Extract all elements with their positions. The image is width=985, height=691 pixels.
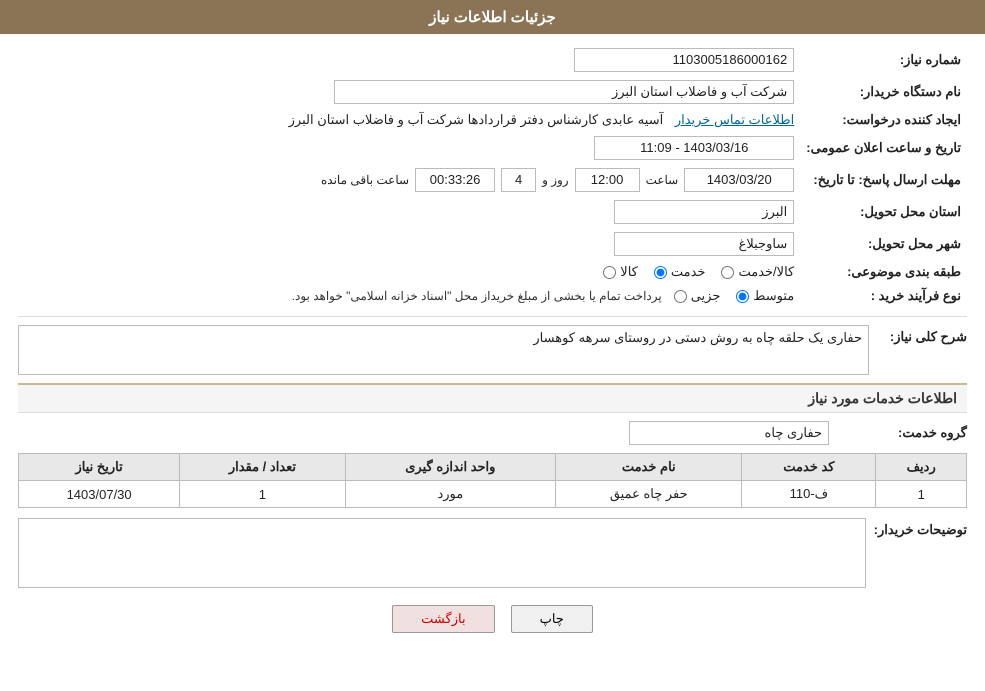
city-input: ساوجبلاغ <box>614 232 794 256</box>
deadline-time-label: ساعت <box>646 173 679 187</box>
row-buyer-org: نام دستگاه خریدار: شرکت آب و فاضلاب استا… <box>18 76 967 108</box>
classification-service-label: خدمت <box>671 264 706 280</box>
row-need-number: شماره نیاز: 1103005186000162 <box>18 44 967 76</box>
classification-radio-both[interactable]: کالا/خدمت <box>721 264 794 280</box>
deadline-date-input: 1403/03/20 <box>684 168 794 192</box>
city-value: ساوجبلاغ <box>18 228 800 260</box>
table-row: 1 ف-110 حفر چاه عمیق مورد 1 1403/07/30 <box>19 481 967 508</box>
deadline-row: 1403/03/20 ساعت 12:00 روز و 4 00:33:26 س… <box>24 168 794 192</box>
buyer-org-label: نام دستگاه خریدار: <box>800 76 967 108</box>
city-label: شهر محل تحویل: <box>800 228 967 260</box>
info-table: شماره نیاز: 1103005186000162 نام دستگاه … <box>18 44 967 308</box>
description-text: حفاری یک حلقه چاه به روش دستی در روستای … <box>533 330 862 345</box>
buyer-notes-row: توضیحات خریدار: <box>18 518 967 591</box>
need-number-value: 1103005186000162 <box>57 44 801 76</box>
procurement-partial-label: جزیی <box>691 288 721 304</box>
procurement-radio-medium[interactable]: متوسط <box>736 288 794 304</box>
back-button[interactable]: بازگشت <box>392 605 494 633</box>
col-date: تاریخ نیاز <box>19 454 180 481</box>
button-row: چاپ بازگشت <box>18 605 967 633</box>
row-province: استان محل تحویل: البرز <box>18 196 967 228</box>
col-row: ردیف <box>876 454 967 481</box>
group-value: حفاری چاه <box>629 421 829 445</box>
services-table-header-row: ردیف کد خدمت نام خدمت واحد اندازه گیری ت… <box>19 454 967 481</box>
creator-text: آسیه عابدی کارشناس دفتر قراردادها شرکت آ… <box>289 112 664 127</box>
buyer-org-value: شرکت آب و فاضلاب استان البرز <box>18 76 800 108</box>
cell-name: حفر چاه عمیق <box>556 481 742 508</box>
deadline-label: مهلت ارسال پاسخ: تا تاریخ: <box>800 164 967 196</box>
procurement-label: نوع فرآیند خرید : <box>800 284 967 308</box>
print-button[interactable]: چاپ <box>511 605 593 633</box>
buyer-org-input: شرکت آب و فاضلاب استان البرز <box>334 80 794 104</box>
cell-code: ف-110 <box>742 481 876 508</box>
creator-value: اطلاعات تماس خریدار آسیه عابدی کارشناس د… <box>18 108 800 132</box>
need-number-input: 1103005186000162 <box>574 48 794 72</box>
col-qty: تعداد / مقدار <box>180 454 345 481</box>
classification-label: طبقه بندی موضوعی: <box>800 260 967 284</box>
classification-radio-goods[interactable]: کالا <box>603 264 638 280</box>
description-row: شرح کلی نیاز: حفاری یک حلقه چاه به روش د… <box>18 325 967 375</box>
procurement-radio-group: متوسط جزیی <box>674 288 795 304</box>
creator-label: ایجاد کننده درخواست: <box>800 108 967 132</box>
content-area: شماره نیاز: 1103005186000162 نام دستگاه … <box>0 34 985 657</box>
procurement-medium-radio[interactable] <box>736 290 749 303</box>
services-table: ردیف کد خدمت نام خدمت واحد اندازه گیری ت… <box>18 453 967 508</box>
services-table-head: ردیف کد خدمت نام خدمت واحد اندازه گیری ت… <box>19 454 967 481</box>
province-label: استان محل تحویل: <box>800 196 967 228</box>
deadline-remain-label: ساعت باقی مانده <box>321 173 409 187</box>
row-classification: طبقه بندی موضوعی: کالا/خدمت خدمت کالا <box>18 260 967 284</box>
page-title: جزئیات اطلاعات نیاز <box>429 9 556 26</box>
deadline-days-label: روز و <box>542 173 569 187</box>
announce-label: تاریخ و ساعت اعلان عمومی: <box>800 132 967 164</box>
group-label: گروه خدمت: <box>837 425 967 441</box>
row-announce: تاریخ و ساعت اعلان عمومی: 1403/03/16 - 1… <box>18 132 967 164</box>
services-section-header: اطلاعات خدمات مورد نیاز <box>18 383 967 413</box>
page-wrapper: جزئیات اطلاعات نیاز شماره نیاز: 11030051… <box>0 0 985 691</box>
classification-radio-service[interactable]: خدمت <box>654 264 706 280</box>
buyer-notes-textarea[interactable] <box>18 518 866 588</box>
row-deadline: مهلت ارسال پاسخ: تا تاریخ: 1403/03/20 سا… <box>18 164 967 196</box>
deadline-time-input: 12:00 <box>575 168 640 192</box>
group-service-row: گروه خدمت: حفاری چاه <box>18 421 967 445</box>
deadline-value: 1403/03/20 ساعت 12:00 روز و 4 00:33:26 س… <box>18 164 800 196</box>
procurement-note: پرداخت تمام یا بخشی از مبلغ خریداز محل "… <box>292 289 662 303</box>
province-value: البرز <box>18 196 800 228</box>
col-unit: واحد اندازه گیری <box>345 454 556 481</box>
procurement-radio-partial[interactable]: جزیی <box>674 288 721 304</box>
classification-options: کالا/خدمت خدمت کالا <box>18 260 800 284</box>
row-creator: ایجاد کننده درخواست: اطلاعات تماس خریدار… <box>18 108 967 132</box>
classification-both-label: کالا/خدمت <box>738 264 794 280</box>
description-label: شرح کلی نیاز: <box>877 325 967 345</box>
row-procurement: نوع فرآیند خرید : متوسط جزیی <box>18 284 967 308</box>
cell-qty: 1 <box>180 481 345 508</box>
announce-input: 1403/03/16 - 11:09 <box>594 136 794 160</box>
classification-radio-group: کالا/خدمت خدمت کالا <box>24 264 794 280</box>
procurement-row: متوسط جزیی پرداخت تمام یا بخشی از مبلغ خ… <box>18 284 800 308</box>
procurement-row-flex: متوسط جزیی پرداخت تمام یا بخشی از مبلغ خ… <box>24 288 794 304</box>
cell-unit: مورد <box>345 481 556 508</box>
separator-1 <box>18 316 967 317</box>
classification-both-radio[interactable] <box>721 266 734 279</box>
page-header: جزئیات اطلاعات نیاز <box>0 0 985 34</box>
procurement-partial-radio[interactable] <box>674 290 687 303</box>
contact-link[interactable]: اطلاعات تماس خریدار <box>675 112 794 127</box>
need-number-label: شماره نیاز: <box>800 44 967 76</box>
col-code: کد خدمت <box>742 454 876 481</box>
buyer-notes-label: توضیحات خریدار: <box>874 518 967 538</box>
classification-goods-radio[interactable] <box>603 266 616 279</box>
col-name: نام خدمت <box>556 454 742 481</box>
classification-service-radio[interactable] <box>654 266 667 279</box>
services-table-body: 1 ف-110 حفر چاه عمیق مورد 1 1403/07/30 <box>19 481 967 508</box>
description-value: حفاری یک حلقه چاه به روش دستی در روستای … <box>18 325 869 375</box>
province-input: البرز <box>614 200 794 224</box>
deadline-remain-input: 00:33:26 <box>415 168 495 192</box>
row-city: شهر محل تحویل: ساوجبلاغ <box>18 228 967 260</box>
buyer-notes-box <box>18 518 866 591</box>
deadline-days-input: 4 <box>501 168 536 192</box>
cell-date: 1403/07/30 <box>19 481 180 508</box>
cell-row: 1 <box>876 481 967 508</box>
classification-goods-label: کالا <box>620 264 638 280</box>
announce-value: 1403/03/16 - 11:09 <box>18 132 800 164</box>
procurement-medium-label: متوسط <box>753 288 794 304</box>
